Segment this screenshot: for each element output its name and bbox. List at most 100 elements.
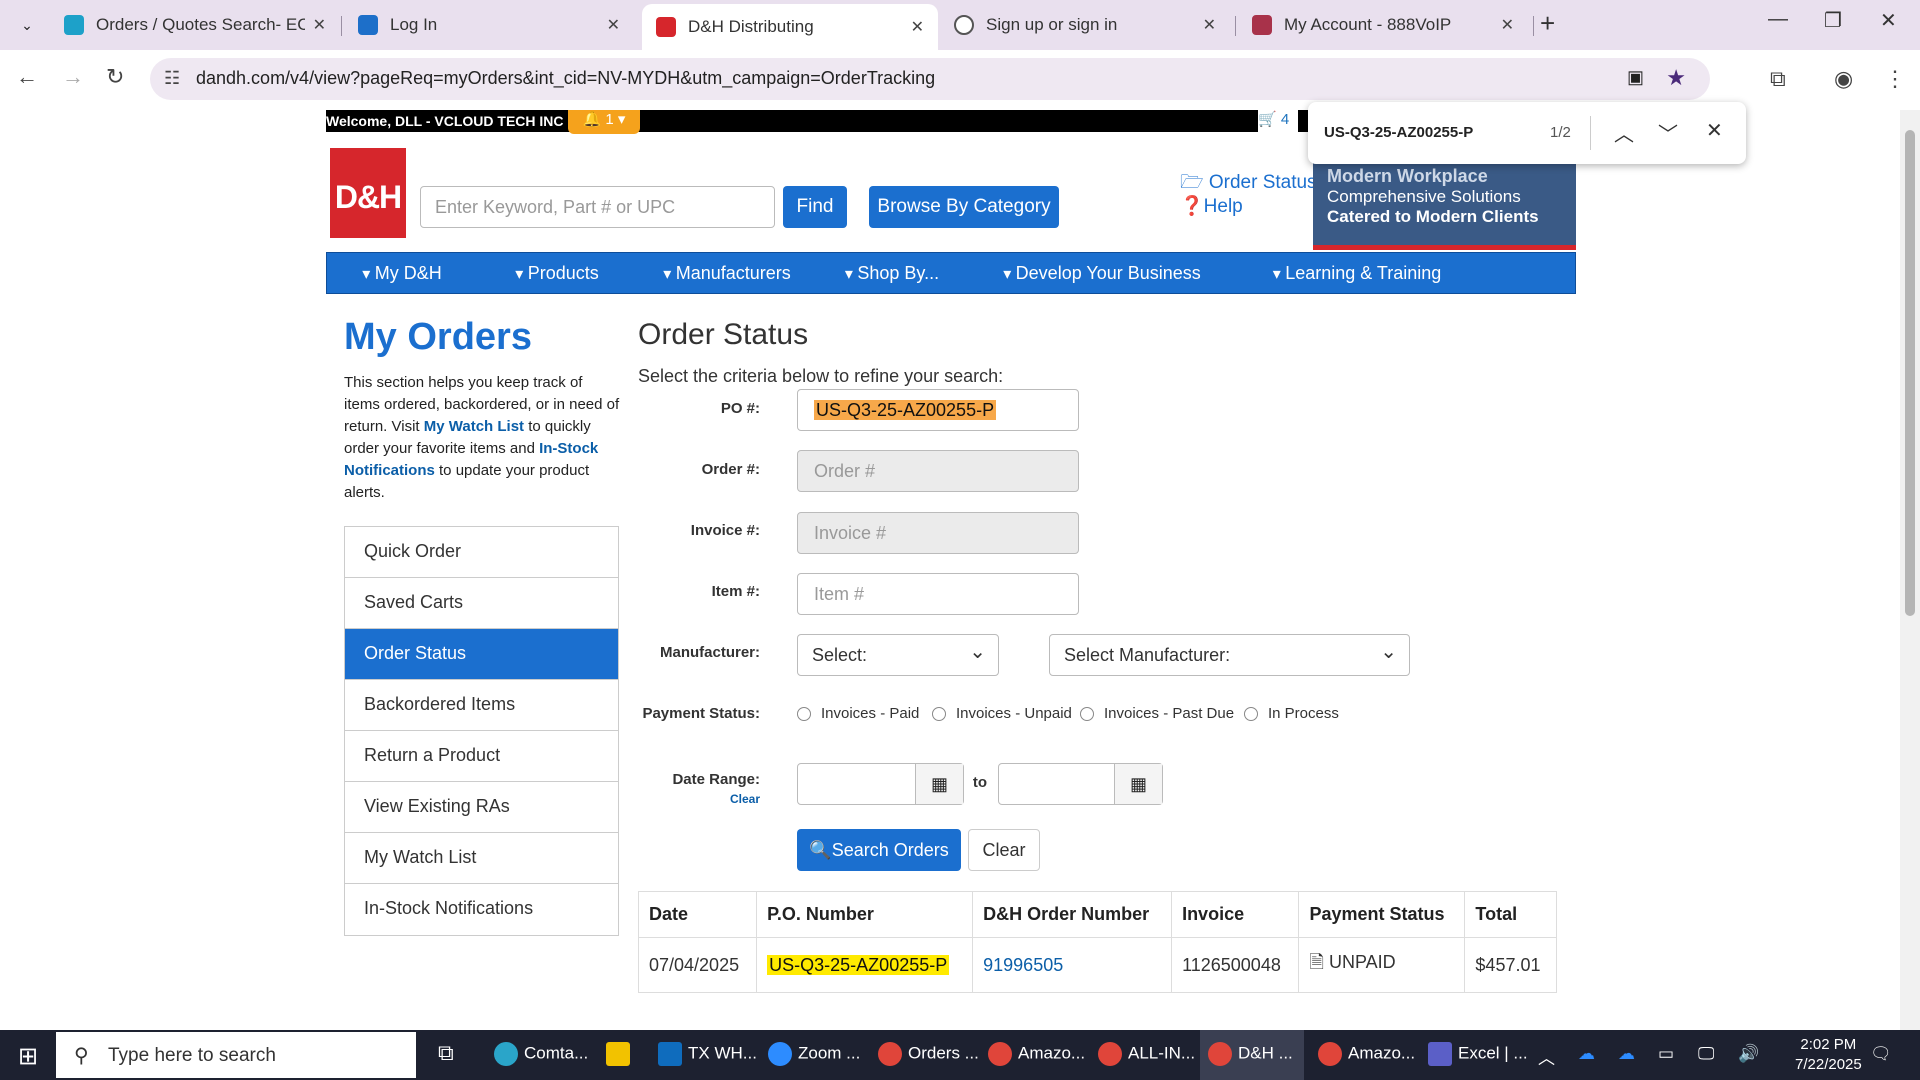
- cell-order-number[interactable]: 91996505: [972, 937, 1173, 993]
- date-clear-link[interactable]: Clear: [600, 792, 760, 806]
- onedrive-icon[interactable]: ☁: [1618, 1044, 1635, 1064]
- clock[interactable]: 2:02 PM 7/22/2025: [1795, 1035, 1862, 1075]
- restore-icon[interactable]: ❐: [1824, 8, 1842, 33]
- taskbar-app-chrome-allin[interactable]: ALL-IN...: [1098, 1042, 1195, 1066]
- notifications-icon[interactable]: 🗨: [1870, 1044, 1892, 1064]
- taskbar-app-chrome-orders[interactable]: Orders ...: [878, 1042, 979, 1066]
- profile-icon[interactable]: ◉: [1834, 66, 1853, 92]
- tab-dh-distributing[interactable]: D&H Distributing ✕: [642, 4, 938, 50]
- taskbar-search-input[interactable]: ⚲ Type here to search: [56, 1032, 416, 1078]
- col-date[interactable]: Date: [637, 891, 758, 938]
- chevron-up-icon[interactable]: ︿: [1538, 1044, 1555, 1069]
- reload-icon[interactable]: ↻: [106, 64, 124, 90]
- clear-button[interactable]: Clear: [968, 829, 1040, 871]
- new-tab-icon[interactable]: +: [1540, 8, 1555, 39]
- invoice-label: Invoice #:: [690, 522, 760, 539]
- network-icon[interactable]: 🖵: [1698, 1044, 1714, 1064]
- nav-develop-business[interactable]: Develop Your Business: [967, 253, 1237, 293]
- omnibox[interactable]: ☷ dandh.com/v4/view?pageReq=myOrders&int…: [150, 58, 1710, 100]
- tab-my-account[interactable]: My Account - 888VoIP ✕: [1238, 6, 1528, 44]
- back-icon[interactable]: ←: [16, 64, 38, 90]
- lens-icon[interactable]: ▣: [1627, 67, 1644, 88]
- menu-instock-notifications[interactable]: In-Stock Notifications: [345, 884, 618, 935]
- close-tab-icon[interactable]: ✕: [607, 15, 620, 35]
- onedrive-icon[interactable]: ☁: [1578, 1044, 1595, 1064]
- col-order-number[interactable]: D&H Order Number: [972, 891, 1173, 938]
- search-orders-button[interactable]: 🔍Search Orders: [797, 829, 961, 871]
- radio-in-process[interactable]: In Process: [1244, 705, 1339, 722]
- manufacturer-select-2[interactable]: Select Manufacturer:: [1049, 634, 1410, 676]
- find-query-input[interactable]: US-Q3-25-AZ00255-P: [1324, 124, 1473, 141]
- document-icon[interactable]: 🗎: [1309, 952, 1323, 972]
- col-total[interactable]: Total: [1464, 891, 1557, 938]
- chevron-up-icon[interactable]: ︿: [1614, 118, 1634, 147]
- find-button[interactable]: Find: [783, 186, 847, 228]
- page-title: My Orders: [344, 316, 532, 358]
- volume-icon[interactable]: 🔊: [1738, 1044, 1759, 1064]
- site-info-icon[interactable]: ☷: [164, 68, 180, 89]
- chevron-down-icon[interactable]: ﹀: [1658, 118, 1678, 147]
- help-link[interactable]: ❓Help: [1180, 194, 1243, 218]
- menu-watch-list[interactable]: My Watch List: [345, 833, 618, 884]
- close-tab-icon[interactable]: ✕: [1501, 15, 1514, 35]
- close-tab-icon[interactable]: ✕: [313, 15, 326, 35]
- taskbar-app-zoom[interactable]: Zoom ...: [768, 1042, 860, 1066]
- menu-backordered-items[interactable]: Backordered Items: [345, 680, 618, 731]
- col-payment-status[interactable]: Payment Status: [1298, 891, 1466, 938]
- windows-start-icon[interactable]: ⊞: [18, 1042, 38, 1071]
- nav-my-dh[interactable]: My D&H: [327, 253, 477, 293]
- menu-view-ras[interactable]: View Existing RAs: [345, 782, 618, 833]
- browse-category-button[interactable]: Browse By Category: [869, 186, 1059, 228]
- notification-bell-icon[interactable]: 🔔 1 ▾: [568, 110, 640, 134]
- radio-invoices-paid[interactable]: Invoices - Paid: [797, 705, 919, 722]
- promo-banner[interactable]: Modern Workplace Comprehensive Solutions…: [1313, 162, 1576, 250]
- item-input[interactable]: Item #: [797, 573, 1079, 615]
- menu-order-status[interactable]: Order Status: [345, 629, 618, 680]
- tab-orders-quotes[interactable]: Orders / Quotes Search- ECExp✕: [50, 6, 340, 44]
- tab-sign-up[interactable]: Sign up or sign in ✕: [940, 6, 1230, 44]
- nav-products[interactable]: Products: [477, 253, 637, 293]
- minimize-icon[interactable]: —: [1768, 8, 1788, 31]
- nav-shop-by[interactable]: Shop By...: [817, 253, 967, 293]
- tab-log-in[interactable]: Log In ✕: [344, 6, 634, 44]
- search-input[interactable]: Enter Keyword, Part # or UPC: [420, 186, 775, 228]
- forward-icon[interactable]: →: [62, 64, 84, 90]
- order-input[interactable]: Order #: [797, 450, 1079, 492]
- radio-invoices-unpaid[interactable]: Invoices - Unpaid: [932, 705, 1072, 722]
- close-tab-icon[interactable]: ✕: [911, 17, 924, 37]
- menu-icon[interactable]: ⋮: [1884, 66, 1906, 92]
- date-to-input[interactable]: ▦: [998, 763, 1163, 805]
- taskbar-app-chrome-dh[interactable]: D&H ...: [1200, 1030, 1304, 1080]
- col-po-number[interactable]: P.O. Number: [756, 891, 974, 938]
- battery-icon[interactable]: ▭: [1658, 1044, 1674, 1064]
- taskbar-app-teams-excel[interactable]: Excel | ...: [1428, 1042, 1528, 1066]
- dh-logo[interactable]: D&H: [330, 148, 406, 238]
- bookmark-star-icon[interactable]: ★: [1666, 65, 1686, 91]
- taskbar-app-comtas[interactable]: Comta...: [494, 1042, 588, 1066]
- radio-invoices-past-due[interactable]: Invoices - Past Due: [1080, 705, 1234, 722]
- tab-search-button[interactable]: ⌄: [12, 10, 42, 40]
- invoice-input[interactable]: Invoice #: [797, 512, 1079, 554]
- manufacturer-select-1[interactable]: Select:: [797, 634, 999, 676]
- extensions-icon[interactable]: ⧉: [1770, 66, 1786, 92]
- cart-icon[interactable]: 🛒 4: [1258, 110, 1298, 132]
- taskbar-app-chrome-amazon-2[interactable]: Amazo...: [1318, 1042, 1415, 1066]
- close-icon[interactable]: ✕: [1706, 118, 1723, 143]
- close-window-icon[interactable]: ✕: [1880, 8, 1897, 33]
- task-view-icon[interactable]: ⧉: [438, 1040, 454, 1066]
- menu-return-product[interactable]: Return a Product: [345, 731, 618, 782]
- taskbar-app-outlook[interactable]: TX WH...: [658, 1042, 757, 1066]
- scrollbar-thumb[interactable]: [1905, 130, 1915, 616]
- nav-manufacturers[interactable]: Manufacturers: [637, 253, 817, 293]
- url-text[interactable]: dandh.com/v4/view?pageReq=myOrders&int_c…: [196, 68, 935, 89]
- po-input[interactable]: US-Q3-25-AZ00255-P: [797, 389, 1079, 431]
- taskbar-app-chrome-amazon[interactable]: Amazo...: [988, 1042, 1085, 1066]
- menu-saved-carts[interactable]: Saved Carts: [345, 578, 618, 629]
- watch-list-link[interactable]: My Watch List: [424, 418, 524, 435]
- calendar-icon[interactable]: ▦: [1114, 764, 1162, 804]
- taskbar-app-file-explorer[interactable]: [606, 1042, 636, 1066]
- close-tab-icon[interactable]: ✕: [1203, 15, 1216, 35]
- nav-learning-training[interactable]: Learning & Training: [1237, 253, 1477, 293]
- menu-quick-order[interactable]: Quick Order: [345, 527, 618, 578]
- col-invoice[interactable]: Invoice: [1171, 891, 1300, 938]
